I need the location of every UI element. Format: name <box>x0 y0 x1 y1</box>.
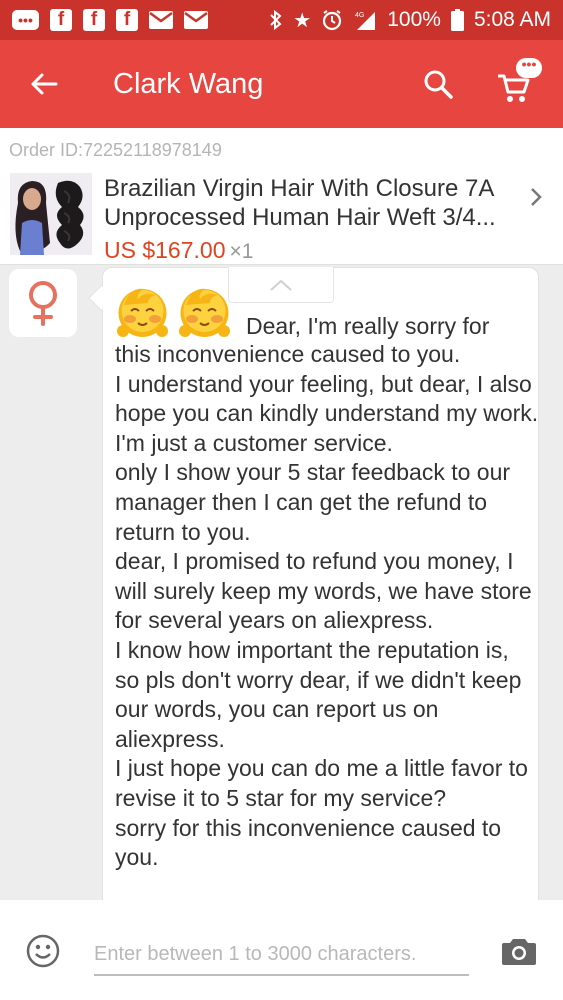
facebook-icon: f <box>50 9 72 31</box>
avatar[interactable] <box>9 269 77 337</box>
back-arrow-icon <box>31 73 58 95</box>
search-icon <box>424 70 453 99</box>
order-detail-chevron[interactable] <box>524 185 548 209</box>
alarm-icon <box>321 9 343 31</box>
status-bar: ••• f f f ★ 4G 100% 5:08 AM <box>0 0 563 40</box>
chevron-right-icon <box>531 188 542 206</box>
messages-icon: ••• <box>12 10 39 30</box>
network-type-label: 4G <box>355 12 364 19</box>
facebook-icon: f <box>83 9 105 31</box>
signal-icon: 4G <box>353 9 377 31</box>
chevron-up-icon <box>270 279 292 291</box>
mail-icon <box>149 11 173 29</box>
cart-badge: ••• <box>516 57 542 78</box>
product-quantity: ×1 <box>229 240 254 263</box>
cart-button[interactable]: ••• <box>496 57 546 104</box>
message-input[interactable] <box>94 934 469 976</box>
camera-icon[interactable] <box>501 936 537 966</box>
emoji-icon[interactable] <box>26 934 60 968</box>
mail-icon <box>184 11 208 29</box>
clock: 5:08 AM <box>473 8 551 31</box>
message-first-line: Dear, I'm really sorry for <box>246 313 490 339</box>
bluetooth-icon <box>269 9 283 31</box>
message-emojis <box>114 283 233 340</box>
back-button[interactable] <box>24 64 64 104</box>
page-title: Clark Wang <box>113 68 264 100</box>
battery-icon <box>450 9 464 31</box>
system-status: ★ 4G 100% 5:08 AM <box>269 8 551 33</box>
collapse-order-tab[interactable] <box>228 267 334 303</box>
order-summary[interactable]: Order ID:72252118978149 Brazilian Virgin… <box>0 128 563 265</box>
star-icon: ★ <box>293 9 312 32</box>
chat-area[interactable]: Dear, I'm really sorry for this inconven… <box>0 265 563 900</box>
product-price: US $167.00 <box>104 237 226 263</box>
message-input-bar <box>0 900 563 1000</box>
blushing-emoji-icon <box>179 288 230 337</box>
search-button[interactable] <box>418 64 458 104</box>
battery-percent: 100% <box>387 8 441 31</box>
female-symbol-icon <box>29 281 57 326</box>
notification-icons: ••• f f f <box>12 9 208 31</box>
app-header: Clark Wang ••• <box>0 40 563 128</box>
blushing-emoji-icon <box>117 288 168 337</box>
order-id: Order ID:72252118978149 <box>9 140 222 160</box>
product-price-line: US $167.00 ×1 <box>104 237 253 264</box>
product-thumbnail[interactable] <box>10 173 92 255</box>
product-name[interactable]: Brazilian Virgin Hair With Closure 7A Un… <box>104 174 524 232</box>
facebook-icon: f <box>116 9 138 31</box>
message-text: this inconvenience caused to you. I unde… <box>115 341 539 871</box>
